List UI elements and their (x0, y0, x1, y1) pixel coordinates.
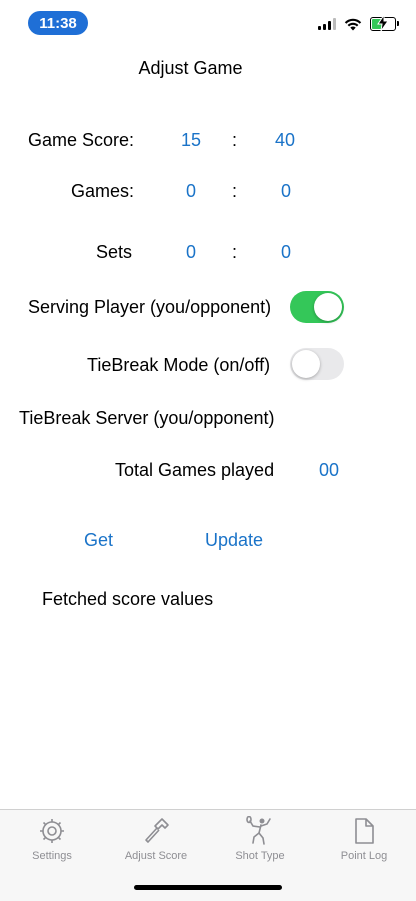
gear-icon (40, 819, 64, 843)
cellular-signal-icon (318, 18, 336, 30)
tab-shot-type[interactable]: Shot Type (208, 810, 312, 870)
tiebreak-server-label: TieBreak Server (you/opponent) (19, 408, 275, 428)
update-button[interactable]: Update (205, 530, 263, 551)
games-opponent[interactable]: 0 (281, 181, 291, 202)
page-title: Adjust Game (138, 58, 243, 78)
serving-player-label: Serving Player (you/opponent) (28, 297, 272, 317)
home-indicator[interactable] (134, 885, 282, 890)
fetched-score-values: Fetched score values (42, 589, 214, 609)
battery-icon (370, 15, 399, 31)
tab-point-log[interactable]: Point Log (312, 810, 416, 870)
sets-you[interactable]: 0 (186, 242, 196, 263)
sets-separator: : (232, 242, 238, 262)
charging-bolt-icon (377, 15, 389, 31)
total-games-label: Total Games played (115, 460, 275, 480)
sets-label: Sets (96, 242, 133, 262)
hammer-icon (145, 818, 169, 843)
games-you[interactable]: 0 (186, 181, 196, 202)
tab-label: Adjust Score (124, 850, 188, 862)
game-score-separator: : (232, 130, 238, 150)
serving-player-toggle[interactable] (290, 291, 344, 323)
get-button[interactable]: Get (84, 530, 113, 551)
sets-opponent[interactable]: 0 (281, 242, 291, 263)
tab-label: Shot Type (235, 850, 285, 862)
wifi-icon (344, 18, 362, 30)
document-icon (355, 818, 374, 844)
status-icons (318, 14, 399, 34)
toggle-knob (314, 293, 342, 321)
tennis-player-icon (246, 816, 271, 845)
tiebreak-mode-toggle[interactable] (290, 348, 344, 380)
total-games-value[interactable]: 00 (319, 460, 339, 481)
games-separator: : (232, 181, 238, 201)
game-score-opponent[interactable]: 40 (275, 130, 295, 151)
tab-label: Point Log (340, 850, 388, 862)
game-score-label: Game Score: (28, 130, 135, 150)
toggle-knob (292, 350, 320, 378)
tab-adjust-score[interactable]: Adjust Score (104, 810, 208, 870)
status-time: 11:38 (28, 11, 88, 35)
tab-label: Settings (32, 850, 72, 862)
tab-settings[interactable]: Settings (0, 810, 104, 870)
games-label: Games: (71, 181, 135, 201)
game-score-you[interactable]: 15 (181, 130, 201, 151)
tiebreak-mode-label: TieBreak Mode (on/off) (87, 355, 271, 375)
